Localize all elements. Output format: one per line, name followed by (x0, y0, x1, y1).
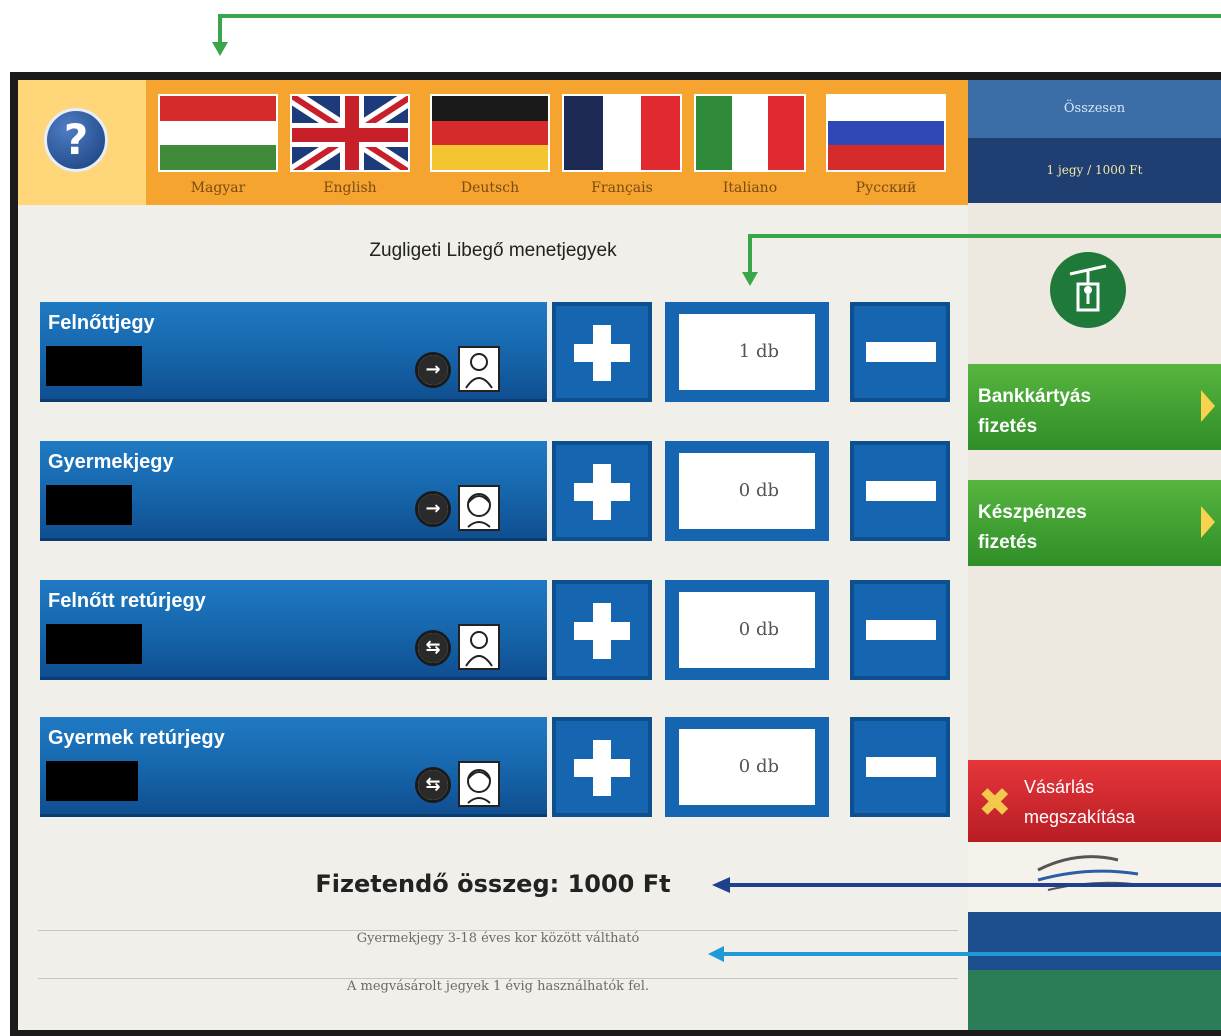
return-arrows-icon: ⇆ (415, 630, 451, 666)
minus-icon (866, 620, 936, 640)
chairlift-icon (1050, 252, 1126, 328)
help-button[interactable]: ? (18, 80, 146, 205)
plus-button[interactable] (552, 717, 652, 817)
minus-icon (866, 757, 936, 777)
flag-russia-icon[interactable] (826, 94, 946, 172)
adult-person-icon (458, 624, 500, 670)
redacted-price (46, 624, 142, 664)
flag-uk-icon[interactable] (290, 94, 410, 172)
return-arrows-icon: ⇆ (415, 767, 451, 803)
ticket-row: Felnőttjegy → 1 db (40, 302, 955, 402)
card-payment-line1: Bankkártyás (978, 386, 1092, 407)
ticket-row: Felnőtt retúrjegy ⇆ 0 db (40, 580, 955, 680)
flag-germany-icon[interactable] (430, 94, 550, 172)
ticket-name: Gyermekjegy (48, 451, 174, 473)
annotation-line-qty-drop (748, 234, 752, 274)
ticket-label-child-return: Gyermek retúrjegy ⇆ (40, 717, 547, 817)
quantity-value: 0 db (679, 453, 815, 529)
cancel-line2: megszakítása (1024, 807, 1136, 827)
annotation-arrow-top (212, 42, 228, 56)
ticket-row: Gyermekjegy → 0 db (40, 441, 955, 541)
chevron-right-icon (1201, 390, 1215, 422)
plus-button[interactable] (552, 441, 652, 541)
ticket-row: Gyermek retúrjegy ⇆ 0 db (40, 717, 955, 817)
chevron-right-icon (1201, 506, 1215, 538)
page-title: Zugligeti Libegő menetjegyek (369, 240, 617, 261)
plus-button[interactable] (552, 580, 652, 680)
minus-button[interactable] (850, 717, 950, 817)
cancel-purchase-button[interactable]: ✖ Vásárlás megszakítása (968, 760, 1221, 842)
annotation-line-top-drop (218, 14, 222, 42)
minus-icon (866, 481, 936, 501)
language-label-english[interactable]: English (280, 180, 420, 196)
annotation-arrow-info (708, 946, 724, 962)
price-info: 1 jegy / 1000 Ft (968, 138, 1221, 203)
close-icon: ✖ (978, 780, 1012, 826)
question-mark-icon: ? (44, 108, 108, 172)
sidebar-datetime (968, 970, 1221, 1030)
flag-france-icon[interactable] (562, 94, 682, 172)
child-person-icon (458, 761, 500, 807)
annotation-line-total (730, 883, 1221, 887)
redacted-price (46, 761, 138, 801)
redacted-price (46, 485, 132, 525)
annotation-line-top (218, 14, 1221, 18)
cancel-line1: Vásárlás (1024, 777, 1095, 797)
language-label-italiano[interactable]: Italiano (680, 180, 820, 196)
plus-button[interactable] (552, 302, 652, 402)
minus-button[interactable] (850, 580, 950, 680)
kiosk-display: ? Magyar English Deutsch Français Italia… (18, 80, 1221, 1030)
cash-payment-button[interactable]: Készpénzes fizetés (968, 480, 1221, 566)
ticket-name: Felnőtt retúrjegy (48, 590, 206, 612)
one-way-arrow-icon: → (415, 491, 451, 527)
cash-payment-line2: fizetés (978, 532, 1038, 553)
flag-italy-icon[interactable] (694, 94, 806, 172)
flag-hungary-icon[interactable] (158, 94, 278, 172)
annotation-arrow-qty (742, 272, 758, 286)
minus-button[interactable] (850, 441, 950, 541)
cash-payment-line1: Készpénzes (978, 502, 1087, 523)
quantity-value: 1 db (679, 314, 815, 390)
ticket-label-adult: Felnőttjegy → (40, 302, 547, 402)
info-validity: A megvásárolt jegyek 1 évig használhatók… (38, 978, 958, 1023)
kiosk-screen: ? Magyar English Deutsch Français Italia… (10, 72, 1221, 1036)
annotation-arrow-total (712, 877, 730, 893)
ticket-name: Felnőttjegy (48, 312, 155, 334)
card-payment-line2: fizetés (978, 416, 1038, 437)
bkv-logo-icon (968, 842, 1221, 912)
sidebar-status (968, 912, 1221, 970)
annotation-line-qty (748, 234, 1221, 238)
minus-button[interactable] (850, 302, 950, 402)
redacted-price (46, 346, 142, 386)
language-label-francais[interactable]: Français (552, 180, 692, 196)
adult-person-icon (458, 346, 500, 392)
ticket-label-child: Gyermekjegy → (40, 441, 547, 541)
language-label-russian[interactable]: Русский (816, 180, 956, 196)
language-label-deutsch[interactable]: Deutsch (420, 180, 560, 196)
quantity-display: 0 db (665, 717, 829, 817)
ticket-name: Gyermek retúrjegy (48, 727, 225, 749)
child-person-icon (458, 485, 500, 531)
sidebar-total-label: Összesen (968, 80, 1221, 138)
ticket-label-adult-return: Felnőtt retúrjegy ⇆ (40, 580, 547, 680)
annotation-line-info (724, 952, 1221, 956)
quantity-display: 1 db (665, 302, 829, 402)
language-bar: ? Magyar English Deutsch Français Italia… (18, 80, 968, 205)
minus-icon (866, 342, 936, 362)
quantity-value: 0 db (679, 729, 815, 805)
card-payment-button[interactable]: Bankkártyás fizetés (968, 364, 1221, 450)
quantity-value: 0 db (679, 592, 815, 668)
quantity-display: 0 db (665, 441, 829, 541)
one-way-arrow-icon: → (415, 352, 451, 388)
quantity-display: 0 db (665, 580, 829, 680)
sidebar: Összesen 1 jegy / 1000 Ft Bankkártyás fi… (968, 80, 1221, 1030)
language-label-magyar[interactable]: Magyar (148, 180, 288, 196)
